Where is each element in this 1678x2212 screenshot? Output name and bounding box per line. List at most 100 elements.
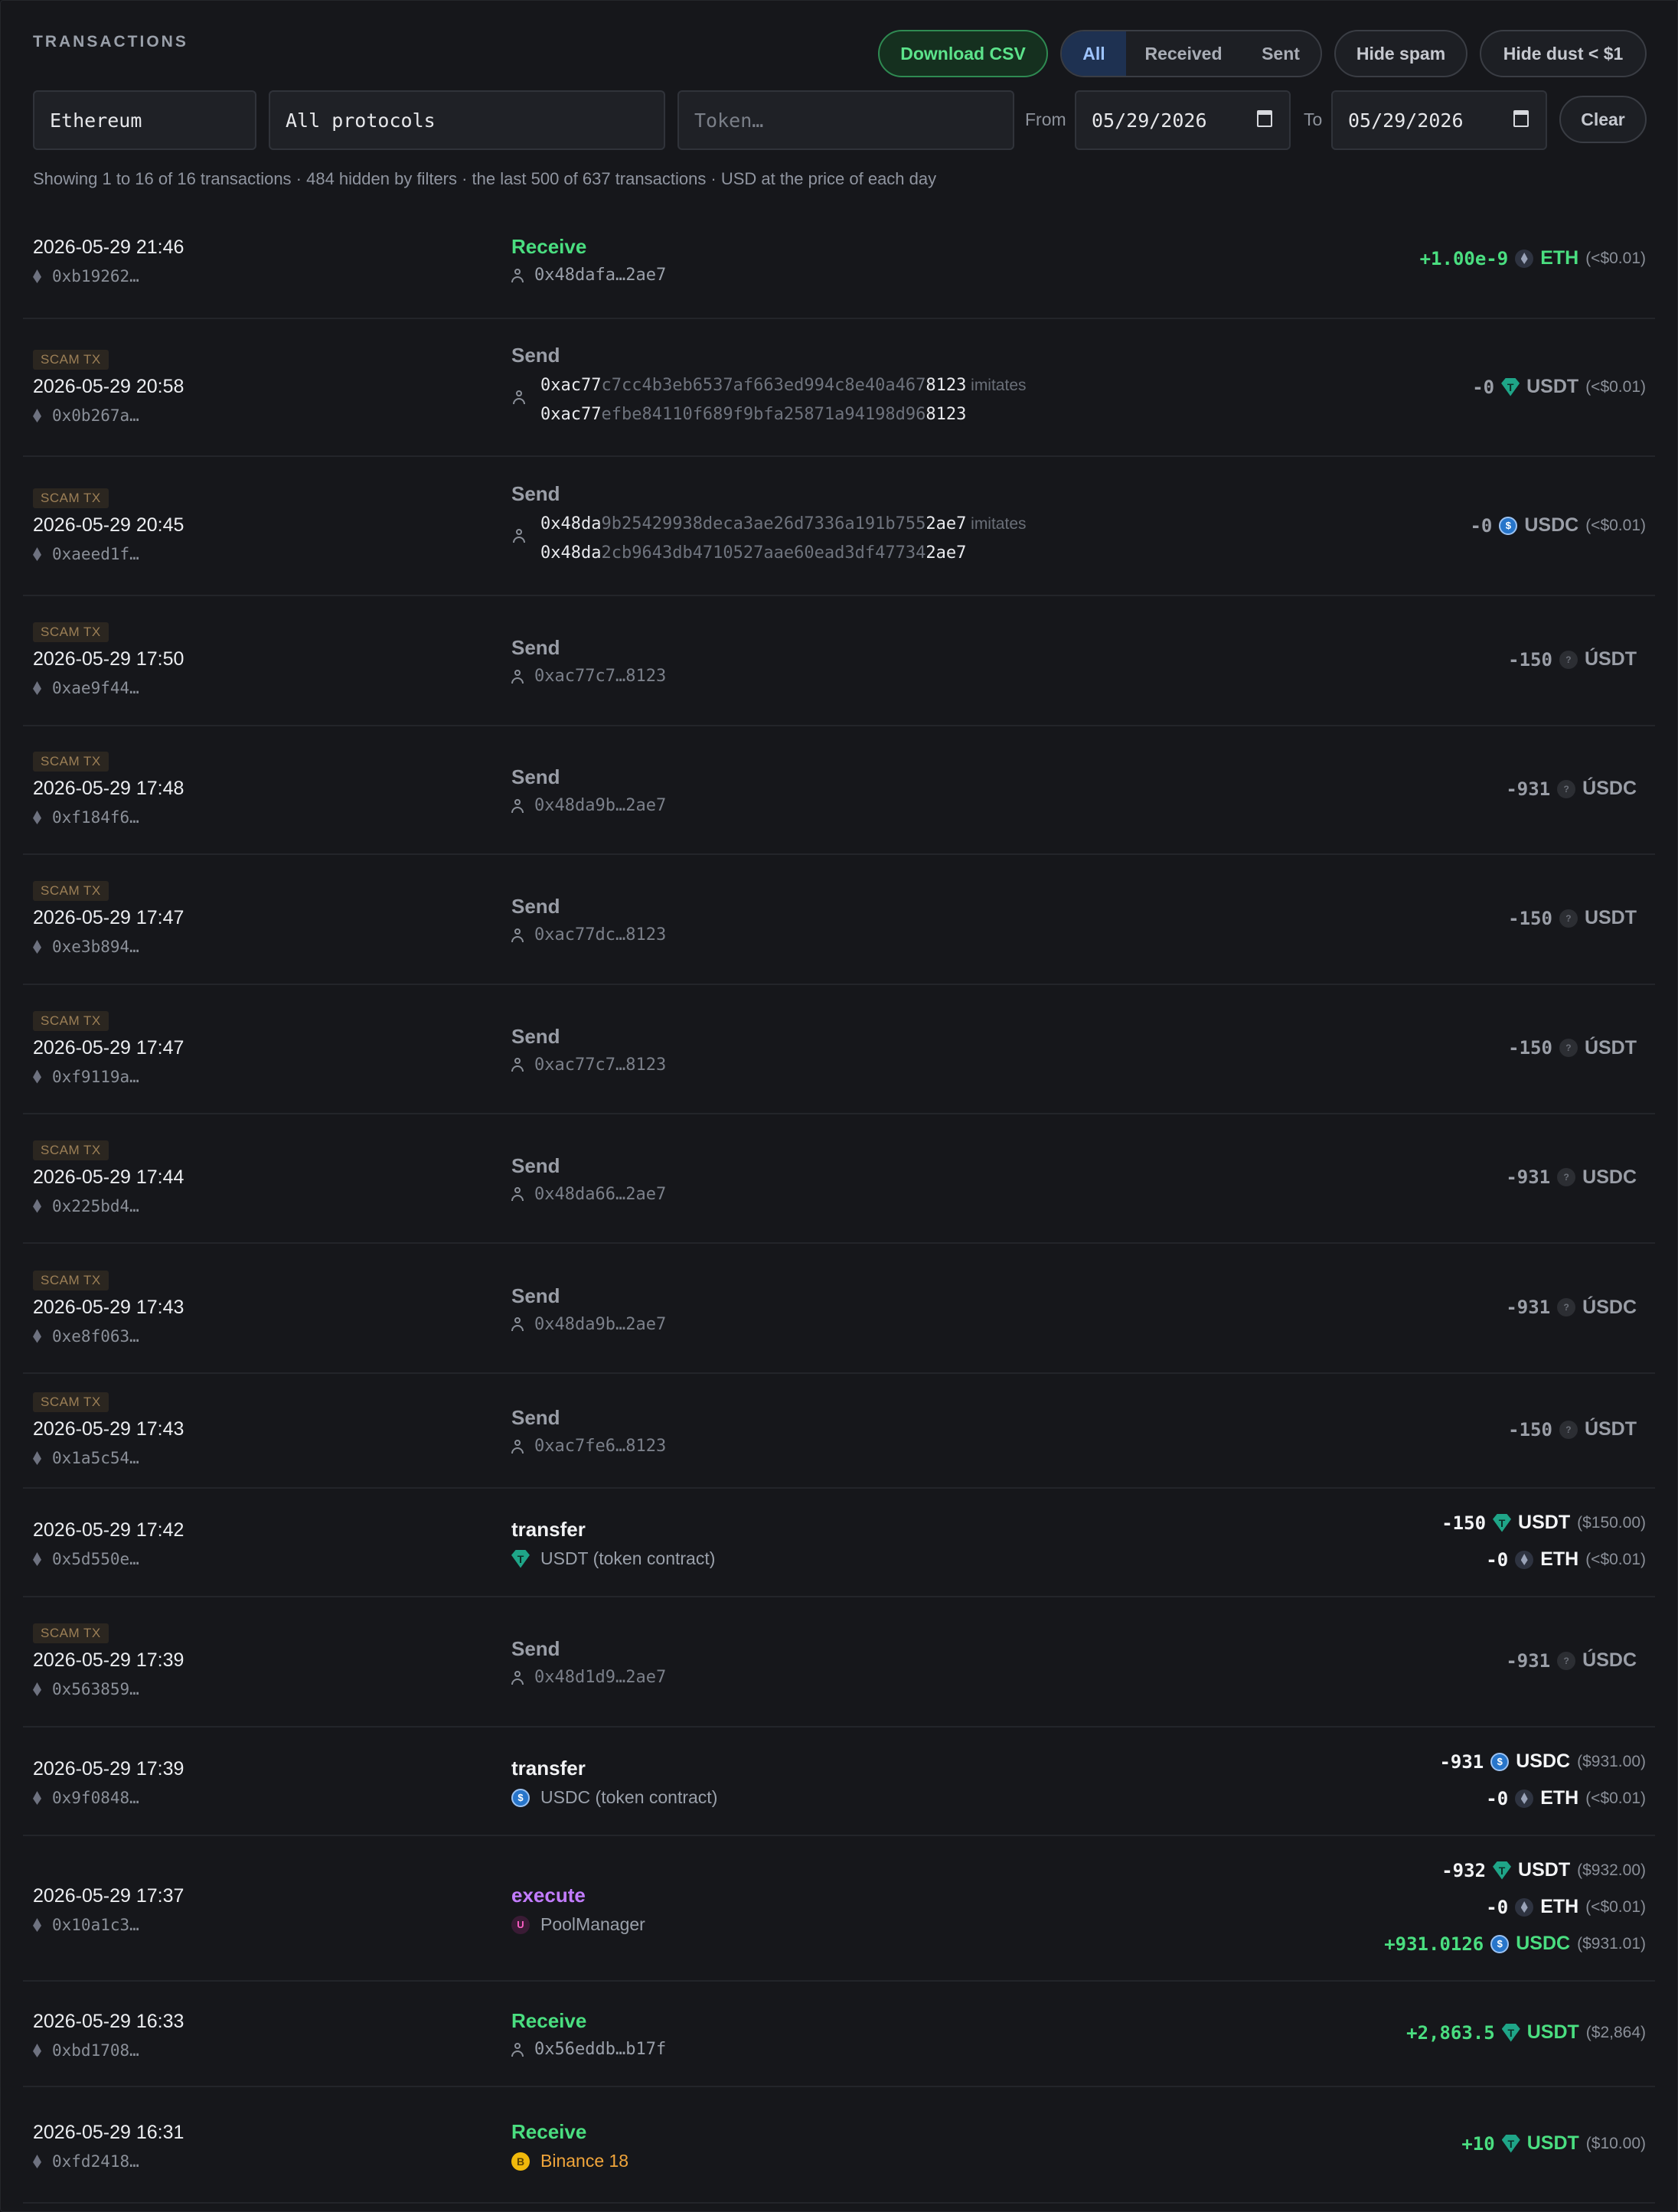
table-row[interactable]: 2026-05-29 17:37 0x10a1c3… execute U PoolMan… (23, 1836, 1655, 1982)
counterparty[interactable]: 0x48d1d9…2ae7 (511, 1668, 666, 1687)
table-row[interactable]: SCAM TX 2026-05-29 17:39 0x563859… Send 0x48… (23, 1597, 1655, 1728)
person-icon (511, 798, 524, 813)
real-address[interactable]: 0x48da2cb9643db4710527aae60ead3df477342a… (540, 543, 966, 563)
counterparty[interactable]: 0x48da9b…2ae7 (511, 796, 666, 815)
to-date-input[interactable]: 05/29/2026 (1331, 90, 1547, 150)
token-symbol: ETH (1540, 1548, 1579, 1570)
counterparty-name: 0xac7fe6…8123 (534, 1437, 667, 1456)
table-row[interactable]: 2026-05-29 16:33 0xbd1708… Receive 0x56eddb… (23, 1982, 1655, 2087)
counterparty[interactable]: B Binance 18 (511, 2151, 628, 2171)
hide-dust-button[interactable]: Hide dust < $1 (1480, 30, 1647, 77)
transactions-panel: TRANSACTIONS Download CSV All Received S… (0, 0, 1678, 2212)
tx-hash-link[interactable]: 0x5d550e… (33, 1550, 139, 1568)
tx-hash-link[interactable]: 0xf9119a… (33, 1068, 139, 1086)
tx-hash-link[interactable]: 0x0b267a… (33, 406, 139, 425)
tab-all[interactable]: All (1062, 31, 1126, 76)
person-icon (511, 928, 524, 942)
counterparty[interactable]: 0xac7fe6…8123 (511, 1437, 666, 1456)
chain-select[interactable]: Ethereum (33, 90, 256, 150)
scam-badge: SCAM TX (33, 752, 109, 772)
amount: -931 $ USDC ($931.00) (1439, 1750, 1646, 1773)
counterparty[interactable]: U PoolManager (511, 1914, 645, 1935)
tx-hash-link[interactable]: 0xbd1708… (33, 2041, 139, 2060)
table-row[interactable]: SCAM TX 2026-05-29 17:48 0xf184f6… Send 0x48… (23, 726, 1655, 855)
counterparty[interactable]: 0x56eddb…b17f (511, 2040, 666, 2059)
counterparty[interactable]: 0xac77dc…8123 (511, 925, 666, 945)
eth-icon (1515, 249, 1534, 268)
token-symbol: ÚSDC (1582, 1649, 1637, 1671)
usdt-icon: T (1501, 377, 1520, 396)
from-date-value: 05/29/2026 (1092, 109, 1207, 132)
tx-hash: 0x10a1c3… (52, 1916, 139, 1934)
tx-hash-link[interactable]: 0x563859… (33, 1680, 139, 1698)
amount-value: -931 (1506, 1166, 1551, 1188)
tx-hash-link[interactable]: 0x9f0848… (33, 1789, 139, 1807)
tx-hash-link[interactable]: 0xae9f44… (33, 679, 139, 697)
token-symbol: USDT (1518, 1859, 1571, 1881)
tx-hash-link[interactable]: 0xfd2418… (33, 2152, 139, 2171)
download-csv-button[interactable]: Download CSV (878, 30, 1048, 77)
tx-hash: 0xfd2418… (52, 2152, 139, 2171)
counterparty-name: 0xac77c7…8123 (534, 667, 667, 686)
hide-spam-button[interactable]: Hide spam (1334, 30, 1467, 77)
counterparty[interactable]: T USDT (token contract) (511, 1548, 715, 1569)
tx-datetime: 2026-05-29 17:47 (33, 1036, 184, 1059)
usd-value: ($150.00) (1577, 1513, 1646, 1532)
imitating-address[interactable]: 0xac77c7cc4b3eb6537af663ed994c8e40a46781… (540, 376, 1027, 395)
tx-hash-link[interactable]: 0xaeed1f… (33, 545, 139, 563)
calendar-icon[interactable] (1513, 110, 1529, 127)
table-row[interactable]: SCAM TX 2026-05-29 20:58 0x0b267a… Send 0xac… (23, 321, 1655, 457)
scam-badge: SCAM TX (33, 1010, 109, 1031)
amount-value: -932 (1441, 1859, 1487, 1881)
imitating-address[interactable]: 0x48da9b25429938deca3ae26d7336a191b7552a… (540, 514, 1027, 533)
clear-button[interactable]: Clear (1559, 96, 1647, 143)
calendar-icon[interactable] (1257, 110, 1272, 127)
table-row[interactable]: 2026-05-29 16:31 0xfd2418… Receive B Binance… (23, 2087, 1655, 2204)
tx-datetime: 2026-05-29 20:58 (33, 376, 184, 397)
eth-chain-icon (33, 2044, 41, 2057)
eth-chain-icon (33, 547, 41, 561)
table-row[interactable]: SCAM TX 2026-05-29 17:44 0x225bd4… Send 0x48… (23, 1114, 1655, 1244)
address-prefix: 0x48da (540, 543, 602, 563)
amount-value: -931 (1506, 1649, 1551, 1672)
table-row[interactable]: 2026-05-29 17:39 0x9f0848… transfer $ USDC (… (23, 1728, 1655, 1836)
tx-hash-link[interactable]: 0xb19262… (33, 267, 139, 285)
tx-hash: 0x563859… (52, 1680, 139, 1698)
token-input[interactable]: Token… (677, 90, 1014, 150)
to-label: To (1304, 109, 1323, 129)
tx-hash: 0xb19262… (52, 267, 139, 285)
unknown-token-icon: ? (1559, 650, 1578, 669)
table-row[interactable]: SCAM TX 2026-05-29 17:47 0xf9119a… Send 0xac… (23, 985, 1655, 1114)
tx-hash-link[interactable]: 0xe3b894… (33, 938, 139, 956)
person-icon (511, 1670, 524, 1685)
tab-received[interactable]: Received (1126, 31, 1241, 76)
person-icon (511, 268, 524, 282)
counterparty[interactable]: 0xac77c7…8123 (511, 667, 666, 686)
counterparty[interactable]: 0xac77c7…8123 (511, 1055, 666, 1075)
counterparty[interactable]: 0x48da66…2ae7 (511, 1185, 666, 1204)
tx-hash-link[interactable]: 0x1a5c54… (33, 1449, 139, 1467)
table-row[interactable]: SCAM TX 2026-05-29 17:47 0xe3b894… Send 0xac… (23, 855, 1655, 985)
amount-value: -931 (1506, 778, 1551, 800)
table-row[interactable]: SCAM TX 2026-05-29 17:43 0x1a5c54… Send 0xac… (23, 1374, 1655, 1489)
tx-hash-link[interactable]: 0xf184f6… (33, 808, 139, 827)
counterparty[interactable]: 0x48da9b…2ae7 (511, 1315, 666, 1334)
table-row[interactable]: SCAM TX 2026-05-29 17:50 0xae9f44… Send 0xac… (23, 596, 1655, 726)
protocol-select[interactable]: All protocols (269, 90, 665, 150)
tx-hash-link[interactable]: 0xe8f063… (33, 1327, 139, 1346)
table-row[interactable]: SCAM TX 2026-05-29 17:43 0xe8f063… Send 0x48… (23, 1245, 1655, 1374)
table-row[interactable]: SCAM TX 2026-05-29 20:45 0xaeed1f… Send 0x48… (23, 458, 1655, 596)
from-label: From (1025, 109, 1066, 129)
table-row[interactable]: 2026-05-29 17:42 0x5d550e… transfer T USDT (… (23, 1489, 1655, 1597)
counterparty[interactable]: 0x48dafa…2ae7 (511, 266, 666, 285)
tx-hash-link[interactable]: 0x10a1c3… (33, 1916, 139, 1934)
from-date-input[interactable]: 05/29/2026 (1075, 90, 1291, 150)
table-row[interactable]: 2026-05-29 21:46 0xb19262… Receive 0x48dafa… (23, 201, 1655, 319)
address-suffix: 2ae7 (926, 514, 967, 533)
tx-hash-link[interactable]: 0x225bd4… (33, 1197, 139, 1215)
counterparty[interactable]: $ USDC (token contract) (511, 1787, 717, 1808)
real-address[interactable]: 0xac77efbe84110f689f9bfa25871a94198d9681… (540, 405, 966, 424)
tab-sent[interactable]: Sent (1241, 31, 1321, 76)
address-suffix: 8123 (926, 405, 967, 424)
amount: -931? ÚSDC (1506, 1649, 1637, 1672)
